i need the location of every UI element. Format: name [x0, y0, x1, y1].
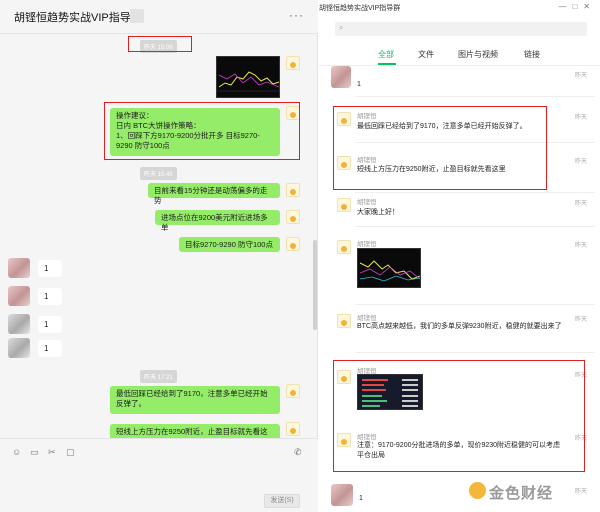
input-toolbar: ☺ ▭ ✂ ▢ ✆ 发送(S) [0, 438, 318, 512]
history-message-text: 1 [357, 81, 361, 88]
chat-window: 胡铿恒趋势实战VIP指导群 ··· 昨天 15:06 操作建议： 日内 BTC大… [0, 0, 318, 512]
timestamp: 昨天 17:21 [140, 370, 177, 383]
search-box[interactable]: ⌕ [335, 22, 587, 36]
folder-icon[interactable]: ▭ [30, 447, 39, 458]
divider [355, 192, 595, 193]
title-avatar-blur [130, 9, 144, 23]
watermark-text: 金色财经 [489, 485, 554, 502]
sender-avatar[interactable] [337, 433, 351, 447]
candlestick-thumbnail [217, 71, 279, 92]
sender-avatar[interactable] [286, 422, 300, 436]
history-time: 昨天 [575, 159, 588, 165]
history-time: 昨天 [575, 373, 588, 379]
message-bubble[interactable]: 短线上方压力在9250附近，止盈目标就先看这里 [110, 424, 280, 438]
member-avatar[interactable] [8, 314, 30, 334]
sender-avatar[interactable] [337, 240, 351, 254]
sender-avatar[interactable] [286, 56, 300, 70]
sender-avatar[interactable] [337, 370, 351, 384]
chat-history-icon[interactable]: ▢ [66, 447, 75, 458]
history-time: 昨天 [575, 201, 588, 207]
message-list[interactable]: 昨天 15:06 操作建议： 日内 BTC大饼操作策略： 1、回踩下方9170-… [0, 34, 318, 438]
history-message-text: BTC高点越来越低，我们的多单反弹9230附近，稳健的就要出来了 [357, 323, 562, 330]
history-sender-name: 胡铿恒 [357, 315, 377, 322]
scrollbar[interactable] [313, 240, 317, 330]
sender-avatar[interactable] [337, 112, 351, 126]
history-time: 昨天 [575, 489, 588, 495]
timestamp: 昨天 15:45 [140, 167, 177, 180]
history-message-text: 最低回踩已经给到了9170，注意多单已经开始反弹了。 [357, 123, 527, 130]
history-time: 昨天 [575, 115, 588, 121]
reply-bubble[interactable]: 1 [38, 260, 62, 277]
history-time: 昨天 [575, 73, 588, 79]
history-chart-image[interactable] [357, 248, 421, 288]
tab-files[interactable]: 文件 [418, 49, 434, 60]
member-avatar[interactable] [8, 258, 30, 278]
history-tabs: 全部 文件 图片与视频 链接 [319, 46, 600, 66]
member-avatar[interactable] [8, 286, 30, 306]
sender-avatar[interactable] [286, 210, 300, 224]
chat-header: 胡铿恒趋势实战VIP指导群 ··· [0, 0, 318, 34]
orderbook-thumbnail [362, 379, 418, 407]
message-bubble[interactable]: 目前来看15分钟还是动荡偏多的走势 [148, 183, 280, 205]
message-bubble[interactable]: 目标9270-9290 防守100点 [179, 237, 280, 252]
history-sender-name: 胡铿恒 [357, 113, 377, 120]
watermark-logo [469, 482, 486, 499]
sender-avatar[interactable] [286, 106, 300, 120]
tab-links[interactable]: 链接 [524, 49, 540, 60]
search-icon: ⌕ [339, 23, 344, 32]
history-orderbook-image[interactable] [357, 374, 423, 410]
history-time: 昨天 [575, 317, 588, 323]
divider [355, 226, 595, 227]
history-sender-name: 胡铿恒 [357, 434, 377, 441]
sender-avatar[interactable] [286, 237, 300, 251]
history-message-text: 注意：9170-9200分批进场的多单，现价9230附近稳健的可以考虑平仓出局 [357, 442, 561, 459]
window-controls[interactable]: —□✕ [558, 2, 596, 11]
reply-bubble[interactable]: 1 [38, 316, 62, 333]
scissors-icon[interactable]: ✂ [48, 447, 56, 458]
timestamp: 昨天 15:06 [140, 40, 177, 53]
chat-history-window: 胡铿恒趋势实战VIP指导群 —□✕ ⌕ 全部 文件 图片与视频 链接 1 昨天 … [319, 0, 600, 512]
search-input[interactable] [349, 24, 579, 34]
history-message-text: 大家晚上好！ [357, 209, 399, 216]
history-sender-name: 胡铿恒 [357, 199, 377, 206]
tab-all[interactable]: 全部 [378, 49, 394, 60]
emoji-icon[interactable]: ☺ [12, 447, 21, 457]
history-time: 昨天 [575, 243, 588, 249]
member-avatar[interactable] [8, 338, 30, 358]
candlestick-thumbnail [359, 260, 420, 282]
sender-avatar[interactable] [337, 156, 351, 170]
history-sender-name: 胡铿恒 [357, 241, 377, 248]
history-window-title: 胡铿恒趋势实战VIP指导群 [319, 5, 401, 12]
member-avatar[interactable] [331, 484, 353, 506]
reply-bubble[interactable]: 1 [38, 340, 62, 357]
phone-icon[interactable]: ✆ [294, 447, 302, 458]
divider [355, 142, 595, 143]
reply-bubble[interactable]: 1 [38, 288, 62, 305]
member-avatar[interactable] [331, 66, 351, 88]
chat-title: 胡铿恒趋势实战VIP指导群 [14, 12, 142, 24]
send-button[interactable]: 发送(S) [264, 494, 300, 508]
sender-avatar[interactable] [337, 314, 351, 328]
history-message-text: 1 [359, 495, 363, 502]
divider [355, 304, 595, 305]
more-options-icon[interactable]: ··· [289, 8, 304, 22]
sender-avatar[interactable] [286, 384, 300, 398]
sender-avatar[interactable] [337, 198, 351, 212]
message-bubble[interactable]: 进场点位在9200美元附近进场多单 [155, 210, 280, 232]
tab-media[interactable]: 图片与视频 [458, 49, 498, 60]
chart-image-message[interactable] [216, 56, 280, 98]
divider [355, 96, 595, 97]
history-sender-name: 胡铿恒 [357, 157, 377, 164]
history-time: 昨天 [575, 436, 588, 442]
active-tab-indicator [378, 63, 396, 65]
message-bubble[interactable]: 最低回踩已经给到了9170，注意多单已经开始反弹了。 [110, 386, 280, 414]
sender-avatar[interactable] [286, 183, 300, 197]
message-bubble[interactable]: 操作建议： 日内 BTC大饼操作策略： 1、回踩下方9170-9200分批开多 … [110, 108, 280, 156]
history-message-text: 短线上方压力在9250附近，止盈目标就先看这里 [357, 166, 506, 173]
divider [355, 352, 595, 353]
